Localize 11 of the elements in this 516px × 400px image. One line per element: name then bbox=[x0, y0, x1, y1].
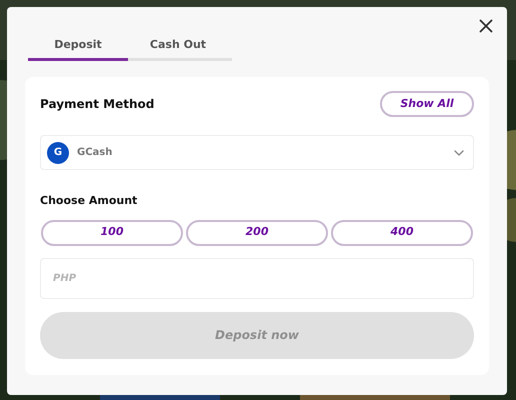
tab[interactable]: Cash Out bbox=[128, 33, 228, 61]
amount-option[interactable]: 400 bbox=[331, 220, 473, 246]
tab[interactable]: Deposit bbox=[28, 33, 128, 61]
show-all-button[interactable]: Show All bbox=[380, 91, 474, 117]
amount-input[interactable]: PHP bbox=[40, 258, 474, 298]
gcash-logo-icon: G bbox=[47, 142, 69, 164]
payment-method-select[interactable]: G GCash bbox=[40, 135, 474, 170]
amount-option[interactable]: 100 bbox=[41, 220, 183, 246]
section-title: Choose Amount bbox=[40, 193, 138, 209]
section-title: Payment Method bbox=[40, 96, 154, 113]
amount-option[interactable]: 200 bbox=[186, 220, 328, 246]
